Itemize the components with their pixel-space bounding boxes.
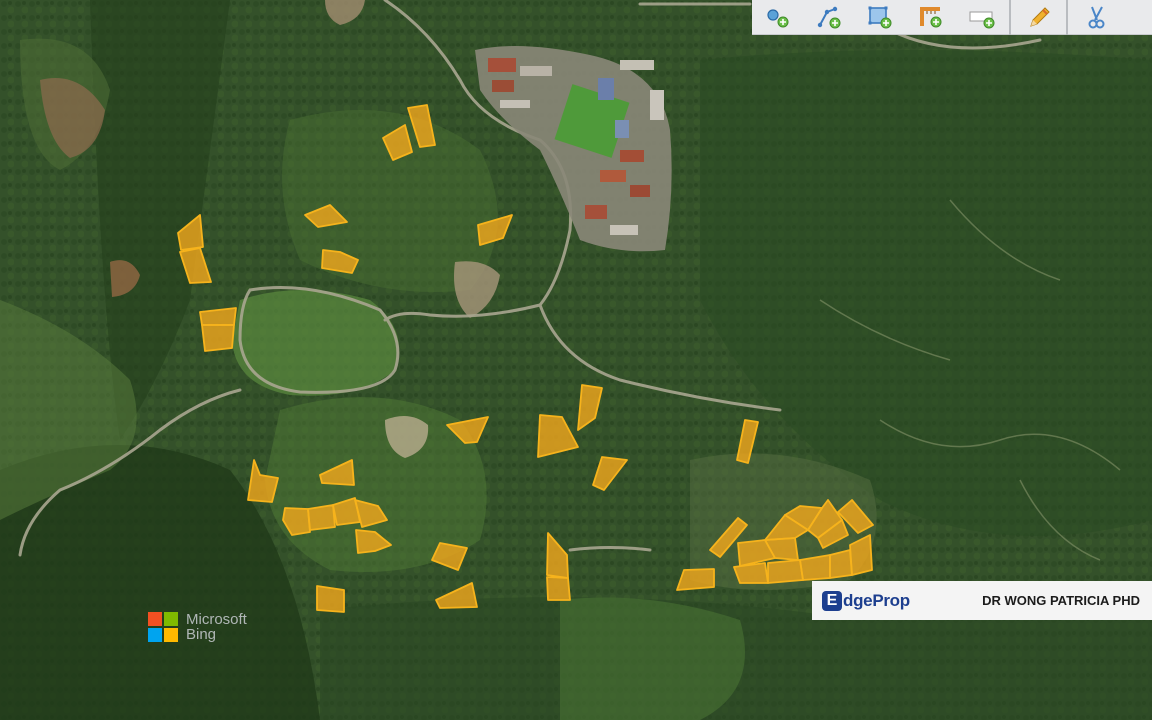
drawing-toolbar bbox=[752, 0, 1152, 35]
land-plot-33[interactable] bbox=[799, 554, 831, 581]
land-plot-9[interactable] bbox=[201, 324, 235, 352]
polygon-plus-icon bbox=[868, 6, 891, 29]
clearing-south bbox=[560, 597, 745, 720]
land-plot-28[interactable] bbox=[676, 568, 715, 591]
land-plot-34[interactable] bbox=[829, 549, 853, 579]
agent-name: DR WONG PATRICIA PHD bbox=[982, 593, 1140, 608]
land-plot-25[interactable] bbox=[316, 585, 345, 613]
add-measure-tool[interactable] bbox=[905, 0, 956, 35]
edit-tool[interactable] bbox=[1013, 0, 1064, 35]
measure-plus-icon bbox=[919, 7, 941, 28]
land-plot-30[interactable] bbox=[733, 562, 769, 584]
edgeprop-logo: E dgeProp bbox=[822, 590, 942, 611]
edgeprop-logo-text: dgeProp bbox=[843, 590, 910, 610]
listing-watermark-bar: E dgeProp DR WONG PATRICIA PHD bbox=[812, 581, 1152, 620]
land-plot-32[interactable] bbox=[767, 559, 804, 584]
land-plot-24[interactable] bbox=[546, 576, 571, 601]
toolbar-separator bbox=[1009, 0, 1011, 35]
add-line-tool[interactable] bbox=[803, 0, 854, 35]
point-plus-icon bbox=[766, 9, 788, 28]
line-plus-icon bbox=[817, 6, 840, 29]
clearing-ring bbox=[232, 290, 400, 396]
label-plus-icon bbox=[969, 11, 994, 29]
provider-product: Bing bbox=[186, 626, 217, 643]
provider-name: Microsoft bbox=[186, 611, 247, 628]
map-viewer[interactable]: Microsoft Bing E dgeProp DR WONG PATRICI… bbox=[0, 0, 1152, 720]
cut-tool[interactable] bbox=[1070, 0, 1121, 35]
land-plot-18[interactable] bbox=[307, 504, 336, 531]
add-polygon-tool[interactable] bbox=[854, 0, 905, 35]
pencil-icon bbox=[1029, 7, 1050, 27]
map-attribution: Microsoft Bing bbox=[148, 612, 247, 642]
add-label-tool[interactable] bbox=[956, 0, 1007, 35]
microsoft-logo-icon bbox=[148, 612, 178, 642]
land-plot-8[interactable] bbox=[199, 307, 237, 326]
toolbar-separator-2 bbox=[1066, 0, 1068, 35]
edgeprop-logo-mark: E bbox=[822, 590, 842, 611]
scissors-icon bbox=[1088, 6, 1104, 29]
add-point-tool[interactable] bbox=[752, 0, 803, 35]
